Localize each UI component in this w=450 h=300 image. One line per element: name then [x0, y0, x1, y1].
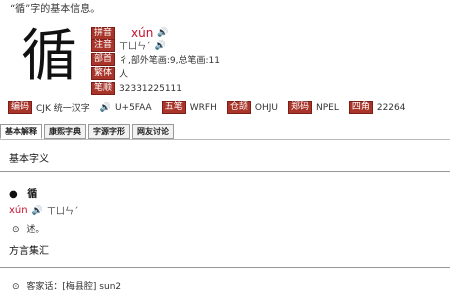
bullet-icon: ●: [9, 189, 18, 200]
entry-zhuyin: ㄒㄩㄣˊ: [46, 207, 79, 217]
sijiao-value: 22264: [376, 102, 406, 113]
character-display: 循: [21, 24, 77, 89]
encoding-value: CJK 统一汉字: [36, 104, 90, 114]
tab-kangxi[interactable]: 康熙字典: [44, 124, 86, 139]
circle-bullet-icon: ⊙: [12, 282, 20, 292]
tab-discussion[interactable]: 网友讨论: [132, 124, 174, 139]
zhengma-tag: 郑码: [287, 101, 312, 114]
definition-item: ⊙ 述。: [12, 222, 44, 235]
tab-bar: 基本解释 康熙字典 字源字形 网友讨论: [0, 124, 450, 140]
zhuyin-row: 注音 ㄒㄩㄣˊ 🔊: [91, 39, 166, 52]
page-title: “循”字的基本信息。: [10, 4, 101, 15]
speaker-icon[interactable]: 🔊: [155, 41, 166, 51]
radical-value: 彳,部外笔画:9,总笔画:11: [119, 56, 220, 66]
sijiao-tag: 四角: [348, 101, 373, 114]
dialect-item: ⊙ 客家话：[梅县腔] sun2: [12, 279, 121, 292]
tab-basic[interactable]: 基本解释: [0, 124, 42, 139]
entry-char: 循: [27, 189, 38, 200]
traditional-tag: 繁体: [91, 67, 116, 80]
traditional-row: 繁体 人: [91, 67, 128, 80]
zhuyin-value: ㄒㄩㄣˊ: [119, 42, 151, 52]
dialect-text: 客家话：[梅县腔] sun2: [26, 282, 122, 292]
radical-tag: 部首: [91, 53, 116, 66]
basic-meaning-heading: 基本字义: [9, 154, 49, 165]
cangjie-tag: 仓颉: [226, 101, 251, 114]
wubi-value: WRFH: [189, 102, 217, 113]
radical-row: 部首 彳,部外笔画:9,总笔画:11: [91, 53, 220, 66]
zhengma-value: NPEL: [315, 102, 339, 113]
stroke-order-tag: 笔顺: [91, 82, 116, 95]
zhuyin-tag: 注音: [91, 39, 116, 52]
speaker-icon[interactable]: 🔊: [100, 103, 111, 113]
circle-bullet-icon: ⊙: [12, 225, 20, 235]
pinyin-tag: 拼音: [91, 26, 116, 40]
traditional-value: 人: [119, 70, 129, 80]
entry-heading: ● 循: [9, 185, 37, 200]
unicode-value: U+5FAA: [114, 102, 152, 113]
pinyin-row: 拼音 xún 🔊: [91, 26, 169, 40]
dialect-heading: 方言集汇: [9, 246, 49, 257]
stroke-order-row: 笔顺 32331225111: [91, 82, 182, 95]
stroke-order-value: 32331225111: [119, 83, 183, 94]
definition-text: 述。: [26, 225, 45, 235]
encoding-tag: 编码: [8, 101, 33, 114]
speaker-icon[interactable]: 🔊: [157, 28, 168, 38]
code-row: 编码 CJK 统一汉字 🔊 U+5FAA 五笔 WRFH 仓颉 OHJU 郑码 …: [8, 101, 412, 114]
pinyin-value: xún: [131, 26, 154, 40]
speaker-icon[interactable]: 🔊: [32, 206, 43, 216]
entry-pinyin: xún: [9, 205, 28, 216]
divider: [0, 267, 450, 268]
tab-origin[interactable]: 字源字形: [88, 124, 130, 139]
entry-pronunciation: xún 🔊 ㄒㄩㄣˊ: [9, 204, 78, 217]
wubi-tag: 五笔: [161, 101, 186, 114]
cangjie-value: OHJU: [254, 102, 278, 113]
divider: [0, 171, 450, 172]
